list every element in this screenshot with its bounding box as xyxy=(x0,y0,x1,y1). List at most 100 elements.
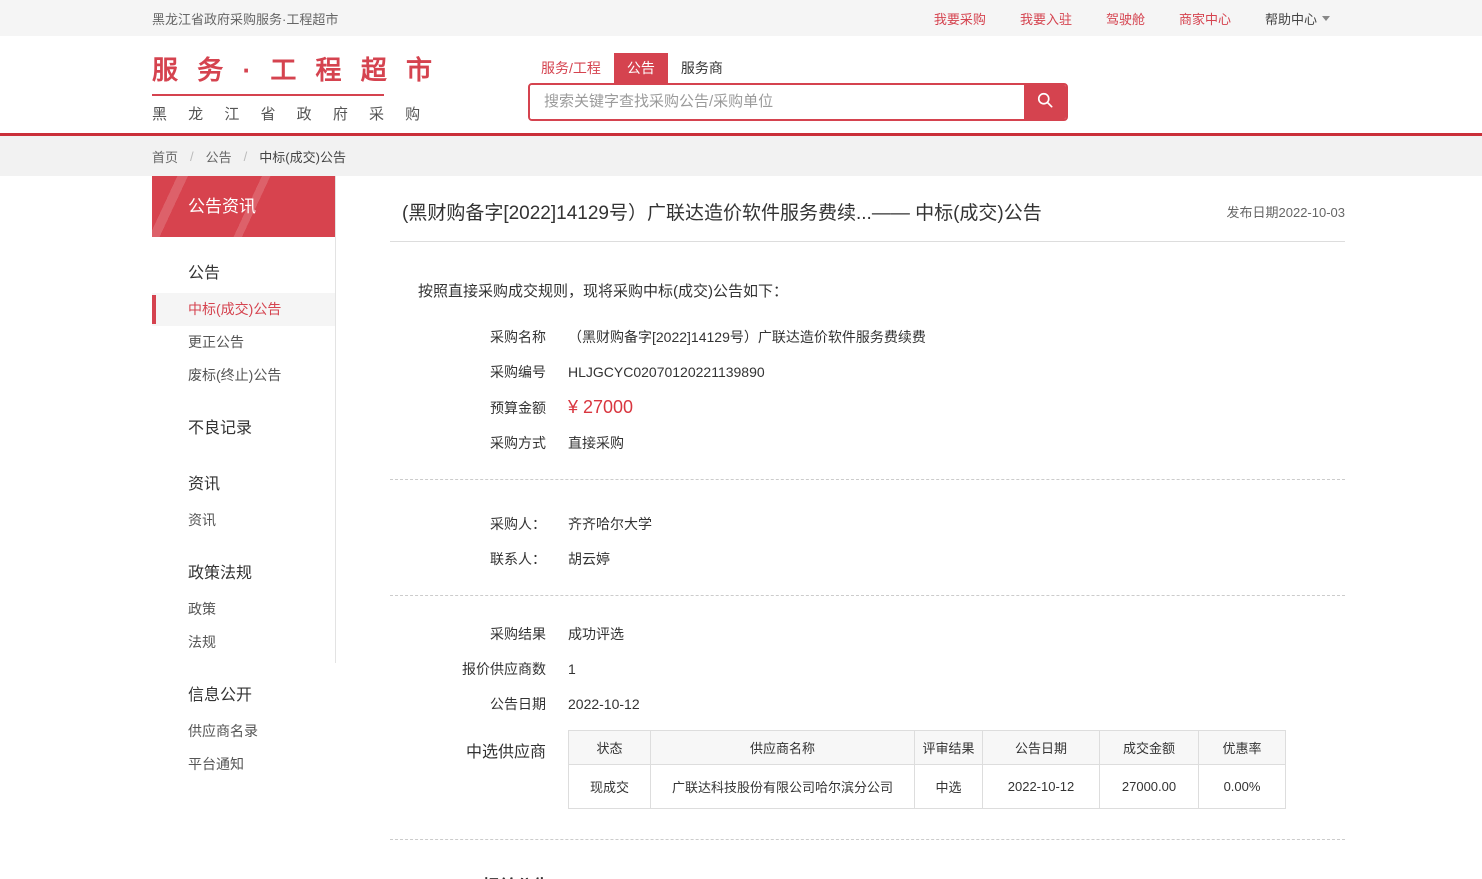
search-tabs: 服务/工程 公告 服务商 xyxy=(528,55,1068,83)
breadcrumb-home[interactable]: 首页 xyxy=(152,147,178,166)
sidebar-group-bad-records: 不良记录 xyxy=(152,400,335,448)
selected-supplier-row: 中选供应商 状态 供应商名称 评审结果 公告日期 成交金额 优惠率 xyxy=(418,730,1345,809)
topbar-links: 我要采购 我要入驻 驾驶舱 商家中心 帮助中心 xyxy=(934,9,1330,28)
cell-supplier-name: 广联达科技股份有限公司哈尔滨分公司 xyxy=(651,765,915,809)
chevron-down-icon xyxy=(1322,16,1330,21)
related-heading: 相关公告 xyxy=(482,872,550,879)
field-value: 齐齐哈尔大学 xyxy=(568,514,652,534)
sidebar-item-platform-notices[interactable]: 平台通知 xyxy=(152,748,335,781)
section-basic-info: 按照直接采购成交规则，现将采购中标(成交)公告如下： 采购名称 （黑财购备字[2… xyxy=(390,242,1345,479)
supplier-table-header-row: 状态 供应商名称 评审结果 公告日期 成交金额 优惠率 xyxy=(569,731,1286,765)
breadcrumb-separator: / xyxy=(190,149,194,164)
top-utility-bar: 黑龙江省政府采购服务·工程超市 我要采购 我要入驻 驾驶舱 商家中心 帮助中心 xyxy=(0,0,1482,36)
sidebar-heading-news[interactable]: 资讯 xyxy=(152,456,335,504)
field-purchaser: 采购人： 齐齐哈尔大学 xyxy=(418,514,1345,534)
col-status: 状态 xyxy=(569,731,651,765)
sidebar-item-supplier-directory[interactable]: 供应商名录 xyxy=(152,715,335,748)
article-head: (黑财购备字[2022]14129号）广联达造价软件服务费续...—— 中标(成… xyxy=(390,176,1345,241)
site-logo[interactable]: 服 务 · 工 程 超 市 黑 龙 江 省 政 府 采 购 xyxy=(152,50,384,124)
logo-subtitle: 黑 龙 江 省 政 府 采 购 xyxy=(152,103,384,124)
link-merchant-center[interactable]: 商家中心 xyxy=(1179,9,1231,28)
section-related: 相关公告 （黑财购备字[2022]14129号）广联达造价软件服务费续费 xyxy=(390,840,1345,879)
field-supplier-count: 报价供应商数 1 xyxy=(418,659,1345,679)
supplier-table: 状态 供应商名称 评审结果 公告日期 成交金额 优惠率 现成交 广联达科技股份有… xyxy=(568,730,1286,809)
sidebar-item-cancelled-announcements[interactable]: 废标(终止)公告 xyxy=(152,359,335,392)
search-tab-services[interactable]: 服务/工程 xyxy=(528,53,614,83)
field-contact-person: 联系人： 胡云婷 xyxy=(418,549,1345,569)
field-value: 成功评选 xyxy=(568,624,624,644)
field-label: 采购人： xyxy=(418,514,546,534)
sidebar-heading-bad-records[interactable]: 不良记录 xyxy=(152,400,335,448)
page-title: (黑财购备字[2022]14129号）广联达造价软件服务费续...—— 中标(成… xyxy=(402,198,1042,225)
col-supplier-name: 供应商名称 xyxy=(651,731,915,765)
sidebar-group-announcements: 公告 中标(成交)公告 更正公告 废标(终止)公告 xyxy=(152,245,335,392)
breadcrumb-current: 中标(成交)公告 xyxy=(259,147,346,166)
help-center-label: 帮助中心 xyxy=(1265,9,1317,28)
search-button[interactable] xyxy=(1024,85,1066,119)
site-name: 黑龙江省政府采购服务·工程超市 xyxy=(152,9,338,28)
sidebar-item-regulations[interactable]: 法规 xyxy=(152,626,335,659)
field-budget-amount: 预算金额 ¥ 27000 xyxy=(418,397,1345,418)
sidebar-heading-announcements[interactable]: 公告 xyxy=(152,245,335,293)
link-i-want-to-procure[interactable]: 我要采购 xyxy=(934,9,986,28)
site-header: 服 务 · 工 程 超 市 黑 龙 江 省 政 府 采 购 服务/工程 公告 服… xyxy=(0,36,1482,136)
sidebar-group-news: 资讯 资讯 xyxy=(152,456,335,537)
field-value: 胡云婷 xyxy=(568,549,610,569)
article: (黑财购备字[2022]14129号）广联达造价软件服务费续...—— 中标(成… xyxy=(390,176,1345,879)
breadcrumb: 首页 / 公告 / 中标(成交)公告 xyxy=(0,136,1482,176)
sidebar-header: 公告资讯 xyxy=(152,176,335,237)
selected-supplier-label: 中选供应商 xyxy=(418,738,546,762)
field-procurement-name: 采购名称 （黑财购备字[2022]14129号）广联达造价软件服务费续费 xyxy=(418,327,1345,347)
search-block: 服务/工程 公告 服务商 xyxy=(528,55,1068,121)
sidebar-group-policies: 政策法规 政策 法规 xyxy=(152,545,335,659)
sidebar: 公告资讯 公告 中标(成交)公告 更正公告 废标(终止)公告 不良记录 资讯 资… xyxy=(152,176,335,781)
field-label: 报价供应商数 xyxy=(418,659,546,679)
section-result: 采购结果 成功评选 报价供应商数 1 公告日期 2022-10-12 中选供应商… xyxy=(390,596,1345,839)
search-input[interactable] xyxy=(530,85,1024,119)
col-review-result: 评审结果 xyxy=(915,731,983,765)
search-tab-suppliers[interactable]: 服务商 xyxy=(668,53,736,83)
breadcrumb-announcements[interactable]: 公告 xyxy=(206,147,232,166)
cell-status: 现成交 xyxy=(569,765,651,809)
field-procurement-method: 采购方式 直接采购 xyxy=(418,433,1345,453)
table-row: 现成交 广联达科技股份有限公司哈尔滨分公司 中选 2022-10-12 2700… xyxy=(569,765,1286,809)
field-label: 采购名称 xyxy=(418,327,546,347)
search-tab-announcements[interactable]: 公告 xyxy=(614,53,668,83)
col-deal-amount: 成交金额 xyxy=(1100,731,1199,765)
sidebar-group-disclosure: 信息公开 供应商名录 平台通知 xyxy=(152,667,335,781)
col-discount-rate: 优惠率 xyxy=(1199,731,1286,765)
budget-amount-value: ¥ 27000 xyxy=(568,397,633,417)
field-value: （黑财购备字[2022]14129号）广联达造价软件服务费续费 xyxy=(568,327,926,347)
field-label: 预算金额 xyxy=(418,398,546,418)
sidebar-item-news[interactable]: 资讯 xyxy=(152,504,335,537)
cell-discount-rate: 0.00% xyxy=(1199,765,1286,809)
sidebar-item-award-announcements[interactable]: 中标(成交)公告 xyxy=(152,293,335,326)
link-cockpit[interactable]: 驾驶舱 xyxy=(1106,9,1145,28)
sidebar-heading-policies[interactable]: 政策法规 xyxy=(152,545,335,593)
sidebar-heading-disclosure[interactable]: 信息公开 xyxy=(152,667,335,715)
field-label: 采购编号 xyxy=(418,362,546,382)
logo-title: 服 务 · 工 程 超 市 xyxy=(152,50,384,96)
sidebar-item-correction-announcements[interactable]: 更正公告 xyxy=(152,326,335,359)
field-procurement-result: 采购结果 成功评选 xyxy=(418,624,1345,644)
search-bar xyxy=(528,83,1068,121)
field-announcement-date: 公告日期 2022-10-12 xyxy=(418,694,1345,714)
field-procurement-number: 采购编号 HLJGCYC02070120221139890 xyxy=(418,362,1345,382)
intro-text: 按照直接采购成交规则，现将采购中标(成交)公告如下： xyxy=(418,280,1345,301)
cell-review-result: 中选 xyxy=(915,765,983,809)
field-label: 采购方式 xyxy=(418,433,546,453)
field-value: 2022-10-12 xyxy=(568,694,640,714)
field-label: 采购结果 xyxy=(418,624,546,644)
link-help-center[interactable]: 帮助中心 xyxy=(1265,9,1330,28)
field-label: 联系人： xyxy=(418,549,546,569)
search-icon xyxy=(1035,90,1055,113)
breadcrumb-separator: / xyxy=(244,149,248,164)
link-i-want-to-join[interactable]: 我要入驻 xyxy=(1020,9,1072,28)
page-body: 公告资讯 公告 中标(成交)公告 更正公告 废标(终止)公告 不良记录 资讯 资… xyxy=(0,176,1482,879)
field-value: HLJGCYC02070120221139890 xyxy=(568,362,765,382)
cell-announcement-date: 2022-10-12 xyxy=(983,765,1100,809)
field-value: 1 xyxy=(568,659,576,679)
sidebar-item-policy[interactable]: 政策 xyxy=(152,593,335,626)
field-value: 直接采购 xyxy=(568,433,624,453)
publish-date: 发布日期2022-10-03 xyxy=(1227,202,1346,221)
